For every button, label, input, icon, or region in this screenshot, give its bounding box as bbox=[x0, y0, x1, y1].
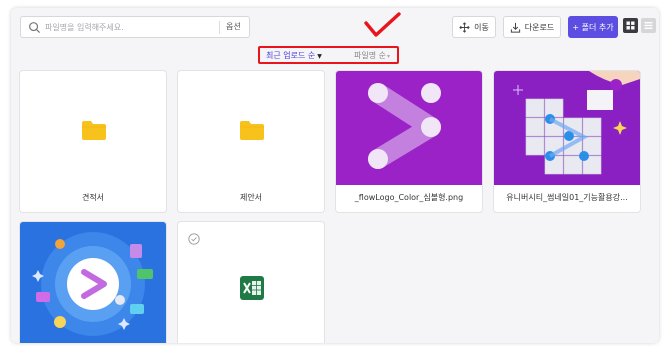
sort-by-filename[interactable]: 파일명 순▾ bbox=[354, 50, 390, 61]
sort-by-recent-upload[interactable]: 최근 업로드 순 ▼ bbox=[266, 50, 322, 61]
download-button[interactable]: 다운로드 bbox=[503, 16, 561, 38]
download-label: 다운로드 bbox=[524, 22, 555, 32]
search-box[interactable]: 옵션 bbox=[20, 16, 250, 38]
folder-icon bbox=[240, 121, 264, 140]
download-icon bbox=[510, 22, 520, 33]
sort-recent-label: 최근 업로드 순 bbox=[266, 51, 316, 60]
sort-filename-label: 파일명 순 bbox=[354, 51, 386, 60]
search-input[interactable] bbox=[45, 19, 205, 35]
image-thumbnail bbox=[494, 71, 640, 185]
file-card-image[interactable]: 유니버시티_썸네일01_기능활용강... bbox=[493, 70, 641, 213]
file-browser: 옵션 이동 다운로드 + 폴더 추가 bbox=[11, 8, 659, 343]
toolbar: 옵션 이동 다운로드 + 폴더 추가 bbox=[11, 8, 659, 50]
file-card-folder[interactable]: 제안서 bbox=[177, 70, 325, 213]
add-folder-button[interactable]: + 폴더 추가 bbox=[568, 16, 618, 38]
image-thumbnail bbox=[336, 71, 482, 185]
file-card-image[interactable]: _flowLogo_Color_심볼형.png bbox=[335, 70, 483, 213]
checkmark-annotation-icon bbox=[364, 12, 401, 37]
move-button[interactable]: 이동 bbox=[452, 16, 496, 38]
grid-view-button[interactable] bbox=[623, 18, 638, 33]
file-name: 견적서 bbox=[81, 193, 105, 202]
file-name: 제안서 bbox=[239, 193, 263, 202]
file-name: _flowLogo_Color_심볼형.png bbox=[354, 193, 464, 202]
search-icon bbox=[29, 22, 41, 34]
search-option-button[interactable]: 옵션 bbox=[226, 21, 241, 32]
file-card-folder[interactable]: 견적서 bbox=[19, 70, 167, 213]
folder-icon bbox=[82, 121, 106, 140]
file-card-excel[interactable] bbox=[177, 221, 325, 343]
list-view-button[interactable] bbox=[641, 18, 656, 33]
list-view-icon bbox=[644, 22, 653, 29]
image-thumbnail bbox=[20, 222, 166, 343]
file-name: 유니버시티_썸네일01_기능활용강... bbox=[506, 193, 628, 202]
caret-down-icon: ▼ bbox=[317, 53, 322, 60]
grid-view-icon bbox=[626, 21, 635, 30]
select-circle-icon[interactable] bbox=[188, 233, 200, 245]
search-divider bbox=[219, 21, 220, 34]
file-card-image[interactable] bbox=[19, 221, 167, 343]
caret-down-icon: ▾ bbox=[386, 53, 390, 60]
excel-icon bbox=[240, 276, 264, 300]
move-label: 이동 bbox=[474, 22, 489, 32]
add-folder-label: + 폴더 추가 bbox=[572, 22, 614, 32]
move-icon bbox=[459, 21, 470, 33]
sort-options: 최근 업로드 순 ▼ 파일명 순▾ bbox=[258, 46, 399, 64]
